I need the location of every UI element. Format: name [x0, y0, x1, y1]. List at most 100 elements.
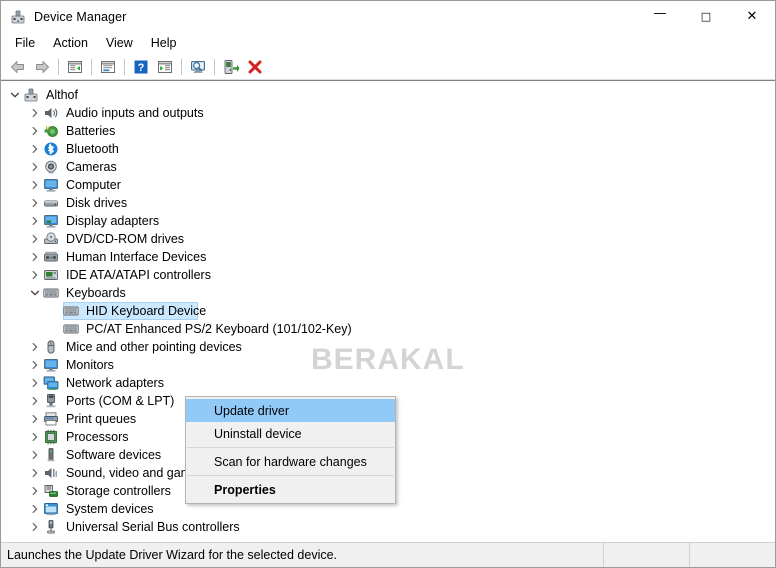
- hid-icon: [43, 249, 59, 265]
- ctx-properties[interactable]: Properties: [186, 478, 395, 501]
- maximize-button[interactable]: □: [683, 1, 729, 32]
- tree-node-label: Cameras: [66, 160, 117, 174]
- tree-node-label: Network adapters: [66, 376, 164, 390]
- chevron-right-icon[interactable]: [27, 429, 43, 445]
- chevron-down-icon[interactable]: [7, 87, 23, 103]
- processor-icon: [43, 429, 59, 445]
- mouse-icon: [43, 339, 59, 355]
- tree-node-label: PC/AT Enhanced PS/2 Keyboard (101/102-Ke…: [86, 322, 352, 336]
- ctx-separator-2: [187, 475, 394, 476]
- chevron-right-icon[interactable]: [27, 123, 43, 139]
- tree-node-label: Batteries: [66, 124, 116, 138]
- show-hide-console-tree-button[interactable]: [63, 56, 87, 78]
- menu-view[interactable]: View: [97, 34, 142, 53]
- software-device-icon: [43, 447, 59, 463]
- chevron-right-icon[interactable]: [27, 465, 43, 481]
- tree-node[interactable]: Batteries: [1, 122, 775, 140]
- ctx-scan-hardware[interactable]: Scan for hardware changes: [186, 450, 395, 473]
- forward-button[interactable]: [30, 56, 54, 78]
- tree-node-inner: Cameras: [27, 159, 119, 175]
- console-tree-icon: [67, 59, 83, 75]
- tree-node-inner: Batteries: [27, 123, 117, 139]
- back-button[interactable]: [6, 56, 30, 78]
- menu-help[interactable]: Help: [142, 34, 186, 53]
- tree-node[interactable]: Audio inputs and outputs: [1, 104, 775, 122]
- chevron-right-icon[interactable]: [27, 177, 43, 193]
- chevron-right-icon[interactable]: [27, 339, 43, 355]
- tree-node-label: Audio inputs and outputs: [66, 106, 204, 120]
- menu-action[interactable]: Action: [44, 34, 97, 53]
- status-bar: Launches the Update Driver Wizard for th…: [1, 542, 775, 567]
- tree-node[interactable]: Althof: [1, 86, 775, 104]
- tree-node[interactable]: Disk drives: [1, 194, 775, 212]
- separator-1: [58, 58, 59, 75]
- tree-node[interactable]: Monitors: [1, 356, 775, 374]
- window-controls: — □ ✕: [637, 1, 775, 32]
- console-tree-pane: Althof Audio inputs and outputs Batteries B…: [1, 80, 775, 542]
- keyboard-icon: [43, 285, 59, 301]
- status-text: Launches the Update Driver Wizard for th…: [7, 548, 338, 562]
- scan-for-hardware-changes-button[interactable]: [186, 56, 210, 78]
- tree-node[interactable]: Human Interface Devices: [1, 248, 775, 266]
- tree-node-inner: Human Interface Devices: [27, 249, 208, 265]
- tree-node-inner: Universal Serial Bus controllers: [27, 519, 242, 535]
- chevron-right-icon[interactable]: [27, 249, 43, 265]
- status-cell-1: [603, 543, 689, 567]
- tree-node[interactable]: PC/AT Enhanced PS/2 Keyboard (101/102-Ke…: [1, 320, 775, 338]
- chevron-down-icon[interactable]: [27, 285, 43, 301]
- tree-node[interactable]: Cameras: [1, 158, 775, 176]
- network-adapter-icon: [43, 375, 59, 391]
- chevron-right-icon[interactable]: [27, 483, 43, 499]
- chevron-right-icon[interactable]: [27, 357, 43, 373]
- minimize-button[interactable]: —: [637, 1, 683, 32]
- tree-node-label: Ports (COM & LPT): [66, 394, 175, 408]
- tree-node[interactable]: HID Keyboard Device: [1, 302, 775, 320]
- tree-node[interactable]: Mice and other pointing devices: [1, 338, 775, 356]
- chevron-right-icon[interactable]: [27, 231, 43, 247]
- tree-node[interactable]: Computer: [1, 176, 775, 194]
- help-button[interactable]: ?: [129, 56, 153, 78]
- tree-node-inner: Disk drives: [27, 195, 129, 211]
- tree-node-label: IDE ATA/ATAPI controllers: [66, 268, 211, 282]
- context-menu-item-label: Properties: [214, 482, 276, 497]
- tree-node-inner: Althof: [7, 87, 80, 103]
- chevron-right-icon[interactable]: [27, 213, 43, 229]
- chevron-right-icon[interactable]: [27, 159, 43, 175]
- tree-node[interactable]: IDE ATA/ATAPI controllers: [1, 266, 775, 284]
- ctx-uninstall-device[interactable]: Uninstall device: [186, 422, 395, 445]
- tree-node[interactable]: Keyboards: [1, 284, 775, 302]
- chevron-right-icon[interactable]: [27, 105, 43, 121]
- tree-node[interactable]: Universal Serial Bus controllers: [1, 518, 775, 536]
- monitor-icon: [43, 177, 59, 193]
- close-button[interactable]: ✕: [729, 1, 775, 32]
- tree-node-label: Storage controllers: [66, 484, 171, 498]
- properties-button[interactable]: [96, 56, 120, 78]
- chevron-right-icon[interactable]: [27, 195, 43, 211]
- chevron-right-icon[interactable]: [27, 501, 43, 517]
- chevron-right-icon[interactable]: [27, 375, 43, 391]
- uninstall-device-button[interactable]: [243, 56, 267, 78]
- show-hide-action-pane-button[interactable]: [153, 56, 177, 78]
- tree-node[interactable]: Network adapters: [1, 374, 775, 392]
- update-driver-button[interactable]: [219, 56, 243, 78]
- chevron-right-icon[interactable]: [27, 393, 43, 409]
- tree-node-inner: Display adapters: [27, 213, 161, 229]
- keyboard-icon: [63, 321, 79, 337]
- chevron-right-icon[interactable]: [27, 411, 43, 427]
- monitor-icon: [43, 357, 59, 373]
- tree-node-inner: System devices: [27, 501, 156, 517]
- chevron-right-icon[interactable]: [27, 267, 43, 283]
- tree-node[interactable]: DVD/CD-ROM drives: [1, 230, 775, 248]
- separator-5: [214, 58, 215, 75]
- chevron-right-icon[interactable]: [27, 519, 43, 535]
- tree-node-label: Mice and other pointing devices: [66, 340, 242, 354]
- menu-file[interactable]: File: [6, 34, 44, 53]
- tree-node-label: Processors: [66, 430, 129, 444]
- scan-hardware-icon: [190, 59, 206, 75]
- chevron-right-icon[interactable]: [27, 447, 43, 463]
- chevron-right-icon[interactable]: [27, 141, 43, 157]
- tree-node[interactable]: Bluetooth: [1, 140, 775, 158]
- ctx-update-driver[interactable]: Update driver: [186, 399, 395, 422]
- tree-node[interactable]: Display adapters: [1, 212, 775, 230]
- tree-node-inner: Computer: [27, 177, 123, 193]
